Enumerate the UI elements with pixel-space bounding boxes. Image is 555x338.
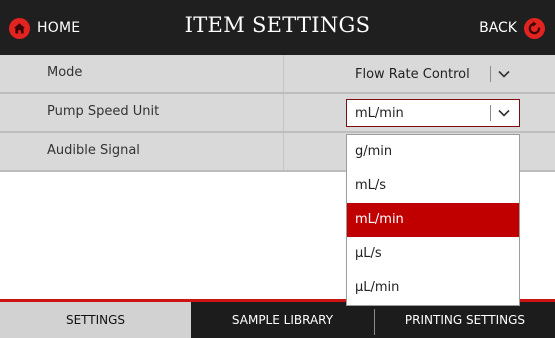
tab-sample-library[interactable]: SAMPLE LIBRARY <box>191 302 374 338</box>
chevron-down-icon <box>498 109 510 117</box>
back-arrow-icon <box>524 17 545 39</box>
header-bar: HOME ITEM SETTINGS BACK <box>0 0 555 55</box>
tab-printing-settings[interactable]: PRINTING SETTINGS <box>375 302 555 338</box>
setting-row-pump-speed-unit: Pump Speed Unit mL/min <box>0 94 555 133</box>
dropdown-option-ul-min[interactable]: µL/min <box>347 271 519 305</box>
pump-speed-unit-dropdown: g/min mL/s mL/min µL/s µL/min <box>346 134 520 306</box>
back-button[interactable]: BACK <box>479 16 545 40</box>
pump-speed-unit-select[interactable]: mL/min <box>346 99 520 127</box>
setting-label-pump-speed-unit: Pump Speed Unit <box>47 104 160 119</box>
page-title: ITEM SETTINGS <box>184 13 371 37</box>
chevron-down-icon <box>498 70 510 78</box>
setting-row-mode: Mode Flow Rate Control <box>0 55 555 94</box>
setting-label-mode: Mode <box>47 65 83 80</box>
row-divider <box>283 94 284 131</box>
dropdown-option-ul-s[interactable]: µL/s <box>347 237 519 271</box>
tab-settings[interactable]: SETTINGS <box>0 302 191 338</box>
mode-select-value: Flow Rate Control <box>355 67 470 82</box>
dropdown-option-g-min[interactable]: g/min <box>347 135 519 169</box>
pump-speed-unit-select-value: mL/min <box>355 106 404 121</box>
dropdown-option-ml-s[interactable]: mL/s <box>347 169 519 203</box>
select-separator <box>490 105 491 121</box>
back-label: BACK <box>479 20 517 36</box>
setting-label-audible-signal: Audible Signal <box>47 143 140 158</box>
select-separator <box>490 66 491 82</box>
mode-select[interactable]: Flow Rate Control <box>346 60 520 88</box>
row-divider <box>283 133 284 170</box>
row-divider <box>283 55 284 92</box>
dropdown-option-ml-min[interactable]: mL/min <box>347 203 519 237</box>
